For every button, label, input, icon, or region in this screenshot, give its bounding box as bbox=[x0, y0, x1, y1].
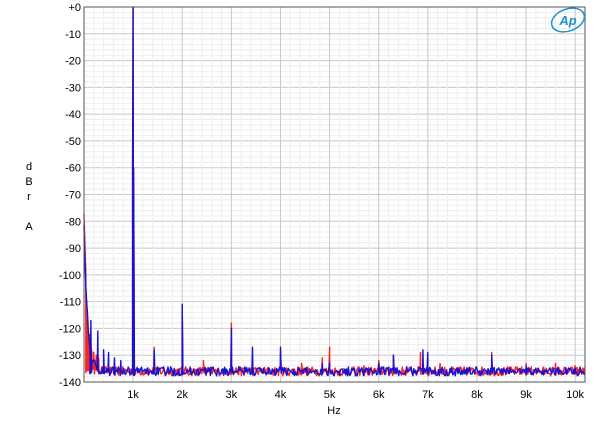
y-tick-label: -80 bbox=[65, 216, 81, 228]
x-tick-label: 4k bbox=[275, 389, 287, 401]
y-tick-label: -100 bbox=[59, 270, 81, 282]
y-axis-label-letter: d bbox=[26, 161, 32, 173]
x-tick-labels: 1k 2k 3k 4k 5k 6k 7k 8k 9k 10k bbox=[127, 389, 584, 401]
x-tick-label: 10k bbox=[566, 389, 584, 401]
x-tick-label: 5k bbox=[324, 389, 336, 401]
y-tick-label: -20 bbox=[65, 56, 81, 68]
x-tick-label: 1k bbox=[127, 389, 139, 401]
x-tick-label: 8k bbox=[471, 389, 483, 401]
y-axis-label-letter: A bbox=[25, 221, 33, 233]
y-tick-label: -110 bbox=[60, 297, 81, 309]
y-tick-label: -60 bbox=[65, 163, 81, 175]
y-tick-label: -40 bbox=[65, 109, 81, 121]
x-tick-label: 7k bbox=[422, 389, 434, 401]
chart: +0 -10 -20 -30 -40 -50 -60 -70 -80 -90 -100 -110 -12… bbox=[25, 2, 586, 417]
y-tick-label: -140 bbox=[59, 377, 81, 389]
ap-logo-text: Ap bbox=[558, 13, 576, 28]
y-tick-label: -70 bbox=[65, 190, 81, 202]
y-tick-labels: +0 -10 -20 -30 -40 -50 -60 -70 -80 -90 -100 -110 -12… bbox=[59, 2, 81, 389]
x-tick-label: 2k bbox=[176, 389, 188, 401]
y-tick-label: -50 bbox=[65, 136, 81, 148]
y-tick-label: -130 bbox=[59, 350, 81, 362]
x-tick-label: 9k bbox=[520, 389, 532, 401]
x-axis-label: Hz bbox=[327, 405, 340, 417]
y-axis-label: dBr A bbox=[25, 161, 33, 233]
x-tick-label: 3k bbox=[226, 389, 238, 401]
y-tick-label: -90 bbox=[65, 243, 81, 255]
x-tick-label: 6k bbox=[373, 389, 385, 401]
y-tick-label: -30 bbox=[65, 82, 81, 94]
y-tick-label: -10 bbox=[65, 29, 81, 41]
y-axis-label-letter: B bbox=[25, 176, 32, 188]
y-tick-label: -120 bbox=[59, 323, 81, 335]
y-tick-label: +0 bbox=[68, 2, 81, 14]
y-axis-label-letter: r bbox=[27, 191, 31, 203]
